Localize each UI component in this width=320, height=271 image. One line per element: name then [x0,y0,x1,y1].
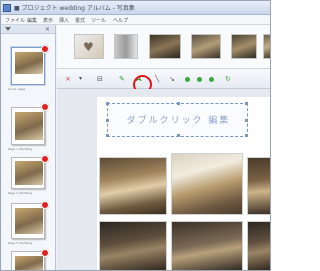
edit-toolbar: × ▾ ⊟ ✎ A ╲ ↘ ↻ [57,69,270,89]
page-badge [41,155,49,163]
chevron-down-icon[interactable] [5,27,11,31]
menu-insert[interactable]: 挿入 [59,17,69,24]
album-photo[interactable] [247,221,270,270]
photo-strip-item[interactable] [263,34,270,59]
menu-view[interactable]: 表示 [43,17,53,24]
resize-handle[interactable] [177,102,180,105]
thumbnail-photo [15,52,43,74]
photo-strip-item[interactable]: ♥ [74,34,104,59]
heart-icon: ♥ [83,40,94,54]
resize-handle[interactable] [106,102,109,105]
dropdown-icon[interactable]: ▾ [79,75,82,83]
menu-tools[interactable]: ツール [91,17,106,24]
app-window: ■ プロジェクト wedding アルバム - 写真集 ファイル 編集 表示 挿… [0,0,271,271]
leaf-icon[interactable]: ✎ [119,75,125,83]
thumbnail-photo [15,208,43,234]
photo-strip-item[interactable] [231,34,257,59]
text-box[interactable]: ダブルクリック 編集 [106,102,248,137]
page-thumbnail-1[interactable] [11,107,45,145]
page-caption: Cover page [8,87,26,91]
menu-bar: ファイル 編集 表示 挿入 書式 ツール ヘルプ [1,15,270,25]
page-badge [41,103,49,111]
resize-handle[interactable] [106,134,109,137]
photo-strip: ♥ [57,25,270,69]
green-tool-icon[interactable] [185,77,190,82]
thumbnail-photo [15,256,43,270]
thumbnail-photo [15,112,43,140]
page-sidebar: × Cover page Page 1 Wedding Page 2 Weddi… [1,25,56,270]
page-badge [41,249,49,257]
app-icon [3,4,11,12]
resize-handle[interactable] [245,102,248,105]
album-photo[interactable] [171,153,243,215]
window-title: ■ プロジェクト wedding アルバム - 写真集 [14,5,135,12]
album-photo[interactable] [247,157,270,215]
menu-help[interactable]: ヘルプ [113,17,128,24]
album-photo[interactable] [99,221,167,270]
green-tool-icon[interactable] [209,77,214,82]
page-thumbnail-cover[interactable] [11,47,45,85]
page-thumbnail-3[interactable] [11,203,45,239]
sidebar-header: × [1,25,55,34]
album-photo[interactable] [171,221,243,270]
album-photo[interactable] [99,157,167,215]
undo-icon[interactable]: × [65,75,71,83]
title-bar: ■ プロジェクト wedding アルバム - 写真集 [1,1,270,15]
textbox-placeholder: ダブルクリック 編集 [126,116,231,126]
photo-strip-item[interactable] [114,34,138,59]
page-caption: Page 3 Wedding [8,241,33,245]
page-thumbnail-2[interactable] [11,157,45,189]
photo-strip-item[interactable] [191,34,221,59]
arrow-tool-icon[interactable]: ↘ [169,75,175,83]
page-badge [41,201,49,209]
page-caption: Page 2 Wedding [8,191,33,195]
page-caption: Page 1 Wedding [8,147,33,151]
resize-handle[interactable] [177,134,180,137]
resize-handle[interactable] [245,134,248,137]
canvas-area: ダブルクリック 編集 [57,89,270,270]
save-icon[interactable]: ⊟ [97,75,103,83]
thumbnail-photo [15,161,43,185]
album-page: ダブルクリック 編集 [97,97,270,270]
menu-format[interactable]: 書式 [75,17,85,24]
green-tool-icon[interactable] [197,77,202,82]
menu-edit[interactable]: 編集 [27,17,37,24]
page-thumbnail-4[interactable] [11,251,45,270]
page-badge [41,45,49,53]
refresh-icon[interactable]: ↻ [225,75,231,83]
line-tool-icon[interactable]: ╲ [155,75,159,83]
menu-file[interactable]: ファイル [5,17,25,24]
close-icon[interactable]: × [45,26,50,33]
photo-strip-item[interactable] [149,34,181,59]
